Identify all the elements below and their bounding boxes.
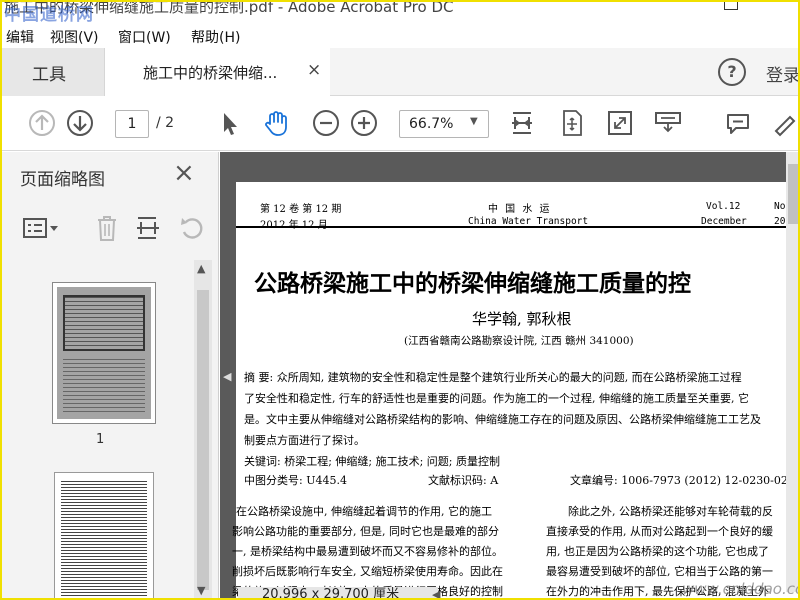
trash-icon[interactable] — [94, 214, 120, 242]
issue-line-1: 第 12 卷 第 12 期 — [260, 204, 342, 215]
select-arrow-icon[interactable] — [216, 109, 244, 137]
header-rule — [236, 226, 798, 228]
page-size-status: 20.996 x 29.700 厘米 — [238, 587, 438, 598]
left-column-line-3: 一, 是桥梁结构中最易遭到破坏而又不容易修补的部位。 — [232, 545, 503, 558]
thumbnails-panel: 页面缩略图 × 1 ▲ ▼ — [2, 152, 219, 598]
right-column-line-2: 直接承受的作用, 从而对公路起到一个良好的缓 — [546, 525, 773, 538]
zoom-select[interactable]: 66.7% ▼ — [399, 110, 489, 138]
panel-title: 页面缩略图 — [20, 170, 105, 190]
scroll-thumb[interactable] — [197, 290, 209, 590]
left-column-line-2: 影响公路功能的重要部分, 但是, 同时它也是最难的部分 — [232, 525, 499, 538]
tab-document[interactable]: 施工中的桥梁伸缩... × — [105, 48, 330, 96]
options-menu-icon[interactable] — [22, 216, 62, 242]
right-column-line-4: 最容易遭受到破坏的部位, 它相当于公路的第一 — [546, 565, 773, 578]
thumbnail-2-text — [61, 481, 147, 598]
panel-toolbar — [2, 208, 219, 250]
right-column-line-1: 除此之外, 公路桥梁还能够对车轮荷载的反 — [568, 505, 773, 518]
tab-tools[interactable]: 工具 — [2, 48, 105, 96]
scroll-up-icon[interactable]: ▲ — [197, 262, 205, 275]
thumbnail-1-text — [63, 359, 145, 415]
number-label: No — [774, 201, 786, 212]
rotate-icon[interactable] — [178, 214, 206, 242]
comment-icon[interactable] — [724, 109, 752, 137]
journal-name-cn: 中 国 水 运 — [488, 204, 552, 215]
paper-affiliation: (江西省赣南公路勘察设计院, 江西 赣州 341000) — [404, 335, 634, 347]
menu-bar: 编辑 视图(V) 窗口(W) 帮助(H) — [2, 24, 798, 48]
paper-title: 公路桥梁施工中的桥梁伸缩缝施工质量的控 — [254, 271, 691, 297]
site-watermark-footer: www.cnlddao.com — [682, 580, 798, 598]
abstract-line-1: 摘 要: 众所周知, 建筑物的安全性和稳定性是整个建筑行业所关心的最大的问题, … — [244, 371, 742, 384]
fit-width-icon[interactable] — [134, 214, 162, 242]
right-column-line-3: 用, 也正是因为公路桥梁的这个功能, 它也成了 — [546, 545, 769, 558]
thumbnail-scrollbar[interactable]: ▲ ▼ — [194, 260, 212, 598]
clc-number: 中图分类号: U445.4 — [244, 474, 347, 487]
acrobat-window: 施工中的桥梁伸缩缝施工质量的控制.pdf - Adobe Acrobat Pro… — [0, 0, 800, 600]
zoom-out-icon[interactable] — [312, 109, 340, 137]
fit-page-icon[interactable] — [508, 109, 536, 137]
menu-edit[interactable]: 编辑 — [6, 27, 34, 47]
horizontal-scroll-left-icon[interactable]: ◀ — [432, 588, 440, 598]
pdf-page: 第 12 卷 第 12 期 2012 年 12 月 中 国 水 运 China … — [232, 182, 798, 598]
panel-close-icon[interactable]: × — [173, 158, 195, 188]
abstract-line-2: 了安全性和稳定性, 行车的舒适性也是重要的问题。作为施工的一个过程, 伸缩缝的施… — [244, 392, 749, 405]
login-button[interactable]: 登录 — [766, 61, 798, 86]
page-total: / 2 — [156, 115, 175, 131]
left-column-line-1: 在公路桥梁设施中, 伸缩缝起着调节的作用, 它的施工 — [236, 505, 492, 518]
left-column-line-4: 削损坏后既影响行车安全, 又缩短桥梁使用寿命。因此在 — [232, 565, 503, 578]
chevron-down-icon: ▼ — [470, 116, 478, 127]
thumbnail-list: 1 — [2, 260, 194, 598]
page-number-input[interactable]: 1 — [115, 110, 149, 138]
menu-help[interactable]: 帮助(H) — [191, 27, 240, 47]
page-thumbnail-2[interactable] — [54, 472, 154, 598]
tab-tools-label: 工具 — [32, 65, 66, 85]
document-view[interactable]: ◀ 第 12 卷 第 12 期 2012 年 12 月 中 国 水 运 Chin… — [220, 152, 798, 598]
menu-view[interactable]: 视图(V) — [50, 27, 99, 47]
issue-line-2: 2012 年 12 月 — [260, 220, 328, 231]
collapse-panel-icon[interactable]: ◀ — [223, 370, 231, 383]
help-button[interactable]: ? — [718, 58, 746, 86]
scroll-down-icon[interactable]: ▼ — [197, 584, 205, 597]
document-scroll-thumb[interactable] — [788, 164, 798, 224]
fit-width-icon[interactable] — [558, 109, 586, 137]
zoom-value: 66.7% — [409, 116, 454, 132]
document-code: 文献标识码: A — [428, 474, 499, 487]
main-toolbar: 1 / 2 66.7% ▼ — [2, 97, 798, 151]
keywords: 关键词: 桥梁工程; 伸缩缝; 施工技术; 问题; 质量控制 — [244, 455, 501, 468]
title-bar: 施工中的桥梁伸缩缝施工质量的控制.pdf - Adobe Acrobat Pro… — [2, 2, 798, 24]
paper-authors: 华学翰, 郭秋根 — [472, 310, 572, 328]
page-thumbnail-1[interactable] — [52, 282, 156, 424]
site-watermark: 中国道桥网 — [4, 5, 94, 24]
full-screen-icon[interactable] — [606, 109, 634, 137]
thumbnail-1-content — [57, 287, 151, 419]
document-scrollbar[interactable] — [786, 152, 798, 592]
read-mode-icon[interactable] — [654, 109, 682, 137]
thumbnail-1-label: 1 — [96, 432, 105, 447]
tab-document-label: 施工中的桥梁伸缩... — [143, 64, 278, 82]
next-page-icon[interactable] — [66, 109, 94, 137]
volume-label: Vol.12 — [706, 201, 741, 212]
prev-page-icon[interactable] — [28, 109, 56, 137]
tab-bar: 工具 施工中的桥梁伸缩... × ? 登录 — [2, 48, 798, 96]
menu-window[interactable]: 窗口(W) — [118, 27, 171, 47]
maximize-icon[interactable] — [724, 2, 738, 10]
hand-tool-icon[interactable] — [262, 109, 290, 137]
viewport-indicator[interactable] — [63, 295, 145, 351]
tab-close-icon[interactable]: × — [307, 60, 321, 80]
article-number: 文章编号: 1006-7973 (2012) 12-0230-02 — [570, 474, 788, 487]
pen-icon[interactable] — [770, 109, 798, 137]
abstract-line-3: 是。文中主要从伸缩缝对公路桥梁结构的影响、伸缩缝施工存在的问题及原因、公路桥梁伸… — [244, 413, 761, 426]
zoom-in-icon[interactable] — [350, 109, 378, 137]
abstract-line-4: 制要点方面进行了探讨。 — [244, 434, 365, 447]
